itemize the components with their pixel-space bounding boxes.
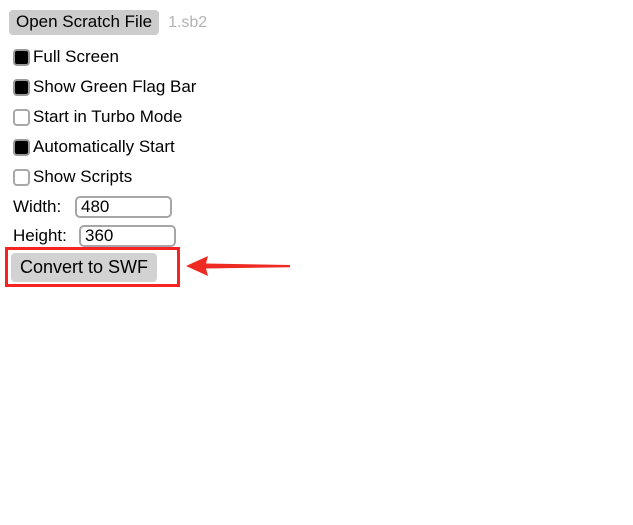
open-file-row: Open Scratch File 1.sb2 (9, 10, 207, 35)
height-label: Height: (13, 225, 67, 245)
checkbox-start-in-turbo-mode[interactable] (13, 108, 30, 126)
option-label-show-green-flag-bar: Show Green Flag Bar (33, 77, 197, 96)
option-label-automatically-start: Automatically Start (33, 137, 175, 156)
height-row: Height: (13, 221, 176, 250)
options-list: Full Screen Show Green Flag Bar Start in… (13, 42, 196, 192)
height-input[interactable] (79, 224, 176, 247)
option-row-show-scripts[interactable]: Show Scripts (13, 162, 196, 192)
checkbox-show-scripts[interactable] (13, 168, 30, 186)
checkbox-automatically-start[interactable] (13, 138, 30, 156)
option-row-start-in-turbo-mode[interactable]: Start in Turbo Mode (13, 102, 196, 132)
checkbox-full-screen[interactable] (13, 48, 30, 66)
option-label-full-screen: Full Screen (33, 47, 119, 66)
option-label-start-in-turbo-mode: Start in Turbo Mode (33, 107, 183, 126)
width-row: Width: (13, 192, 176, 221)
width-label: Width: (13, 196, 62, 216)
option-row-automatically-start[interactable]: Automatically Start (13, 132, 196, 162)
option-row-show-green-flag-bar[interactable]: Show Green Flag Bar (13, 72, 196, 102)
checkbox-show-green-flag-bar[interactable] (13, 78, 30, 96)
open-scratch-file-button[interactable]: Open Scratch File (9, 10, 160, 35)
option-label-show-scripts: Show Scripts (33, 167, 133, 186)
annotation-arrow-icon (186, 256, 290, 276)
dimensions-group: Width: Height: (13, 192, 176, 250)
convert-to-swf-button[interactable]: Convert to SWF (11, 253, 158, 282)
loaded-filename-label: 1.sb2 (168, 13, 208, 31)
width-input[interactable] (75, 195, 172, 218)
option-row-full-screen[interactable]: Full Screen (13, 42, 196, 72)
app-window: Open Scratch File 1.sb2 Full Screen Show… (0, 0, 633, 525)
